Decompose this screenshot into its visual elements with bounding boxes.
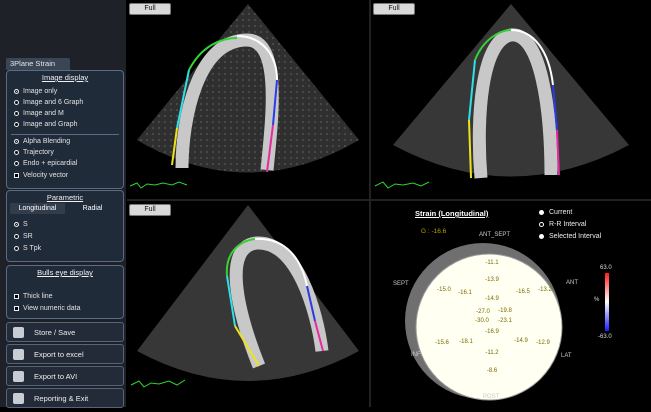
option-sr[interactable]: SR (14, 233, 33, 240)
segment-value: -8.6 (486, 368, 498, 374)
label-sept: SEPT (393, 281, 409, 287)
segment-value: -19.8 (498, 308, 512, 314)
color-scale-bar (605, 273, 609, 331)
export-excel-button[interactable]: Export to excel (6, 344, 124, 364)
segment-value: -23.1 (498, 318, 512, 324)
segment-value: -12.9 (536, 340, 550, 346)
segment-value: -18.1 (459, 339, 473, 345)
radio-icon (14, 234, 19, 239)
radio-icon (14, 139, 19, 144)
divider (11, 134, 119, 135)
option-image-only[interactable]: Image only (14, 88, 57, 95)
segment-value: -30.0 (475, 318, 489, 324)
full-view-button[interactable]: Full (373, 3, 415, 15)
label-inf: INF (411, 352, 421, 358)
segment-value: -16.5 (516, 289, 530, 295)
echo-view-apical-2[interactable]: Full (371, 0, 651, 199)
save-icon (13, 326, 24, 338)
radio-icon (14, 161, 19, 166)
option-image-6-graph[interactable]: Image and 6 Graph (14, 99, 83, 106)
option-alpha-blending[interactable]: Alpha Blending (14, 138, 70, 145)
segment-value: -14.9 (514, 338, 528, 344)
label-ant: ANT (566, 280, 578, 286)
segment-value: -11.2 (485, 350, 499, 356)
radio-icon (14, 122, 19, 127)
scale-max-label: 63.0 (600, 265, 612, 271)
segment-value: -13.9 (485, 277, 499, 283)
label-lat: LAT (561, 353, 572, 359)
store-save-button[interactable]: Store / Save (6, 322, 124, 342)
echo-view-apical-1[interactable]: Full (127, 0, 369, 199)
image-display-title: Image display (41, 73, 89, 82)
film-icon (13, 370, 24, 382)
option-image-m[interactable]: Image and M (14, 110, 64, 117)
segment-value: -14.9 (485, 296, 499, 302)
checkbox-thick-line[interactable]: Thick line (14, 293, 53, 300)
radio-icon (14, 100, 19, 105)
label-post: POST (483, 394, 500, 400)
parametric-tabs: Longitudinal Radial (10, 203, 120, 214)
echo-image (374, 4, 629, 189)
radio-icon (14, 150, 19, 155)
control-panel: 3Plane Strain Image display Image only I… (0, 0, 126, 408)
segment-value: -27.0 (476, 309, 490, 315)
option-s[interactable]: S (14, 221, 28, 228)
checkbox-icon (14, 306, 19, 311)
parametric-title: Parametric (46, 193, 84, 202)
radio-icon (14, 246, 19, 251)
radio-icon (14, 222, 19, 227)
full-view-button[interactable]: Full (129, 3, 171, 15)
reporting-exit-button[interactable]: Reporting & Exit (6, 388, 124, 408)
option-trajectory[interactable]: Trajectory (14, 149, 54, 156)
image-display-group: Image display Image only Image and 6 Gra… (6, 70, 124, 189)
segment-value: -15.0 (437, 287, 451, 293)
scale-unit-label: % (594, 297, 600, 303)
scale-min-label: -63.0 (598, 334, 612, 340)
checkbox-velocity-vector[interactable]: Velocity vector (14, 172, 68, 179)
bullseye-plot (405, 243, 563, 401)
segment-value: -16.1 (458, 290, 472, 296)
option-endo-epicardial[interactable]: Endo + epicardial (14, 160, 77, 167)
checkbox-icon (14, 173, 19, 178)
bulls-eye-title: Bulls eye display (37, 268, 93, 277)
option-image-graph[interactable]: Image and Graph (14, 121, 77, 128)
parametric-group: Parametric Longitudinal Radial S SR S Tp… (6, 190, 124, 262)
segment-value: -13.2 (538, 287, 552, 293)
full-view-button[interactable]: Full (129, 204, 171, 216)
segment-value: -16.9 (485, 329, 499, 335)
export-avi-button[interactable]: Export to AVI (6, 366, 124, 386)
segment-value: -15.6 (435, 340, 449, 346)
tab-radial[interactable]: Radial (65, 203, 120, 214)
checkbox-icon (14, 294, 19, 299)
radio-icon (14, 111, 19, 116)
exit-icon (13, 392, 24, 404)
option-s-tpk[interactable]: S Tpk (14, 245, 41, 252)
segment-value: -11.1 (485, 260, 499, 266)
strain-bullseye-panel: Strain (Longitudinal) G : -16.6 Current … (371, 201, 651, 407)
echo-view-apical-3[interactable]: Full (127, 201, 369, 407)
radio-icon (14, 89, 19, 94)
excel-icon (13, 348, 24, 360)
checkbox-view-numeric-data[interactable]: View numeric data (14, 305, 80, 312)
label-ant-sept: ANT_SEPT (479, 232, 511, 238)
tab-3plane-strain[interactable]: 3Plane Strain (6, 58, 70, 70)
tab-longitudinal[interactable]: Longitudinal (10, 203, 65, 214)
echo-image (129, 4, 359, 189)
echo-image (130, 205, 359, 388)
bulls-eye-group: Bulls eye display Thick line View numeri… (6, 265, 124, 319)
